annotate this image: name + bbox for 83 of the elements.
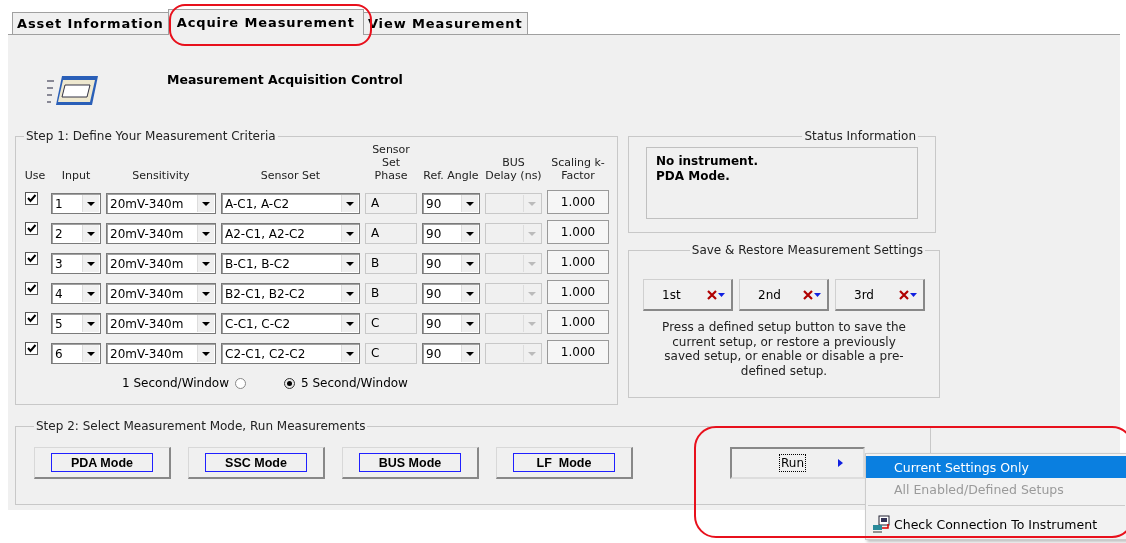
use-checkbox[interactable]	[25, 252, 38, 265]
setup-button[interactable]: 3rd	[835, 279, 925, 311]
caret-icon	[910, 292, 917, 297]
k-factor-field[interactable]: 1.000	[547, 340, 609, 364]
sensitivity-dropdown[interactable]: 20mV-340m	[106, 283, 216, 304]
status-text: PDA Mode.	[656, 169, 731, 184]
sensor-set-dropdown[interactable]: A-C1, A-C2	[221, 193, 360, 214]
group-legend: Status Information	[802, 129, 918, 143]
setup-button[interactable]: 2nd	[739, 279, 829, 311]
column-header: Ref. Angle	[422, 169, 480, 184]
input-dropdown[interactable]: 3	[51, 253, 101, 274]
input-dropdown[interactable]: 5	[51, 313, 101, 334]
phase-field: C	[365, 343, 417, 364]
sensor-set-dropdown[interactable]: C2-C1, C2-C2	[221, 343, 360, 364]
k-factor-field[interactable]: 1.000	[547, 250, 609, 274]
mode-button[interactable]: BUS Mode	[342, 447, 479, 479]
mode-button[interactable]: SSC Mode	[188, 447, 325, 479]
run-button[interactable]: Run	[730, 447, 865, 479]
input-dropdown[interactable]: 1	[51, 193, 101, 214]
group-legend: Save & Restore Measurement Settings	[689, 243, 925, 257]
column-header: Sensor Set	[259, 169, 322, 184]
input-dropdown[interactable]: 4	[51, 283, 101, 304]
ref-angle-dropdown[interactable]: 90	[422, 193, 480, 214]
sensor-set-dropdown[interactable]: B2-C1, B2-C2	[221, 283, 360, 304]
setup-button[interactable]: 1st	[643, 279, 733, 311]
connection-icon	[872, 515, 890, 533]
radio-button[interactable]	[283, 377, 295, 389]
mode-button[interactable]: LF Mode	[496, 447, 633, 479]
column-header: Input	[60, 169, 92, 184]
sensor-set-dropdown[interactable]: B-C1, B-C2	[221, 253, 360, 274]
status-text: No instrument.	[656, 154, 759, 169]
k-factor-field[interactable]: 1.000	[547, 220, 609, 244]
help-text: Press a defined setup button to save the current setup, or restore a previously saved setup, or enable or disable a pre-defined setup.	[661, 320, 907, 378]
x-mark-icon	[899, 289, 909, 300]
window-icon	[45, 73, 101, 107]
section-title: Measurement Acquisition Control	[167, 72, 403, 87]
use-checkbox[interactable]	[25, 342, 38, 355]
phase-field: B	[365, 283, 417, 304]
phase-field: A	[365, 193, 417, 214]
ref-angle-dropdown[interactable]: 90	[422, 223, 480, 244]
use-checkbox[interactable]	[25, 192, 38, 205]
tab[interactable]: Acquire Measurement	[167, 9, 364, 35]
ref-angle-dropdown[interactable]: 90	[422, 313, 480, 334]
caret-icon	[814, 292, 821, 297]
input-dropdown[interactable]: 6	[51, 343, 101, 364]
ref-angle-dropdown[interactable]: 90	[422, 253, 480, 274]
tab[interactable]: Asset Information	[12, 12, 169, 34]
radio-label: 5 Second/Window	[300, 376, 408, 390]
menu-item[interactable]: Check Connection To Instrument	[866, 511, 1126, 537]
sensitivity-dropdown[interactable]: 20mV-340m	[106, 343, 216, 364]
radio-button[interactable]	[234, 377, 246, 389]
x-mark-icon	[803, 289, 813, 300]
radio-label: 1 Second/Window	[122, 376, 229, 390]
phase-field: A	[365, 223, 417, 244]
column-header: Use	[24, 169, 46, 184]
k-factor-field[interactable]: 1.000	[547, 310, 609, 334]
use-checkbox[interactable]	[25, 222, 38, 235]
menu-item[interactable]: Current Settings Only	[866, 456, 1126, 478]
ref-angle-dropdown[interactable]: 90	[422, 343, 480, 364]
sensitivity-dropdown[interactable]: 20mV-340m	[106, 313, 216, 334]
sensor-set-dropdown[interactable]: C-C1, C-C2	[221, 313, 360, 334]
sensitivity-dropdown[interactable]: 20mV-340m	[106, 193, 216, 214]
sensitivity-dropdown[interactable]: 20mV-340m	[106, 253, 216, 274]
x-mark-icon	[707, 289, 717, 300]
ref-angle-dropdown[interactable]: 90	[422, 283, 480, 304]
sensitivity-dropdown[interactable]: 20mV-340m	[106, 223, 216, 244]
group-legend: Step 2: Select Measurement Mode, Run Measurements	[34, 419, 368, 433]
use-checkbox[interactable]	[25, 282, 38, 295]
column-header: Sensitivity	[131, 169, 191, 184]
use-checkbox[interactable]	[25, 312, 38, 325]
sensor-set-dropdown[interactable]: A2-C1, A2-C2	[221, 223, 360, 244]
phase-field: B	[365, 253, 417, 274]
column-header: Scaling k-Factor	[550, 156, 606, 184]
phase-field: C	[365, 313, 417, 334]
group-legend: Step 1: Define Your Measurement Criteria	[24, 129, 278, 143]
submenu-arrow-icon	[838, 459, 843, 467]
column-header: Sensor Set Phase	[371, 143, 411, 184]
caret-icon	[718, 292, 725, 297]
mode-button[interactable]: PDA Mode	[34, 447, 171, 479]
column-header: BUS Delay (ns)	[485, 156, 542, 184]
k-factor-field[interactable]: 1.000	[547, 280, 609, 304]
input-dropdown[interactable]: 2	[51, 223, 101, 244]
k-factor-field[interactable]: 1.000	[547, 190, 609, 214]
